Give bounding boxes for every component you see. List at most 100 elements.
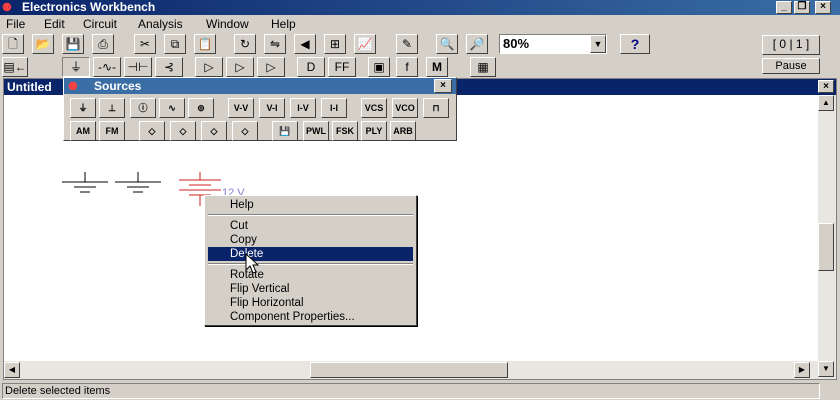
power-switch[interactable]: [ 0 | 1 ] bbox=[762, 35, 820, 55]
scroll-right-icon[interactable]: ▶ bbox=[794, 362, 810, 378]
horizontal-scroll-thumb[interactable] bbox=[310, 362, 508, 378]
context-flip-vertical[interactable]: Flip Vertical bbox=[208, 282, 413, 296]
dc-current-source-icon[interactable]: ⓘ bbox=[130, 98, 156, 118]
save-disk-icon[interactable]: 💾 bbox=[62, 34, 84, 54]
zoom-value: 80% bbox=[503, 36, 530, 51]
instruments-bin-icon[interactable]: ▦ bbox=[470, 57, 496, 77]
scroll-left-icon[interactable]: ◀ bbox=[4, 362, 20, 378]
vertical-scrollbar[interactable]: ▲ ▼ bbox=[818, 95, 836, 379]
cut-scissors-icon[interactable]: ✂ bbox=[134, 34, 156, 54]
pwl-source-button[interactable]: PWL bbox=[303, 121, 329, 141]
ground-symbol-1[interactable] bbox=[60, 172, 110, 196]
vcvs-source-button[interactable]: V-V bbox=[228, 98, 254, 118]
status-bar: Delete selected items bbox=[0, 382, 840, 400]
paste-icon[interactable]: 📋 bbox=[194, 34, 216, 54]
transistors-bin-icon[interactable]: ⊰ bbox=[155, 57, 183, 77]
menu-bar: File Edit Circuit Analysis Window Help bbox=[0, 15, 840, 33]
minimize-button[interactable]: _ bbox=[776, 1, 792, 14]
app-logo-icon: ⚉ bbox=[2, 2, 12, 14]
ply-source-button[interactable]: PLY bbox=[361, 121, 387, 141]
context-flip-horizontal[interactable]: Flip Horizontal bbox=[208, 296, 413, 310]
menu-circuit[interactable]: Circuit bbox=[83, 17, 117, 31]
menu-window[interactable]: Window bbox=[206, 17, 249, 31]
controls-bin-icon[interactable]: f bbox=[396, 57, 418, 77]
print-icon[interactable]: ⎙ bbox=[92, 34, 114, 54]
close-icon[interactable]: × bbox=[434, 79, 452, 93]
document-title: Untitled bbox=[7, 80, 52, 94]
clock-source-icon[interactable]: ⊓ bbox=[423, 98, 449, 118]
menu-help[interactable]: Help bbox=[271, 17, 296, 31]
zoom-in-icon[interactable]: 🔎 bbox=[466, 34, 488, 54]
analog-ic-bin-icon[interactable]: ▷ bbox=[195, 57, 223, 77]
mouse-cursor-icon bbox=[245, 253, 260, 274]
zoom-select[interactable]: 80% ▼ bbox=[499, 34, 607, 54]
favorites-bin-icon[interactable]: ▤← bbox=[2, 57, 28, 77]
sources-bin-icon[interactable]: ⏚ bbox=[62, 57, 90, 77]
cccs-source-button[interactable]: I-I bbox=[321, 98, 347, 118]
indicators-bin-icon[interactable]: ▣ bbox=[368, 57, 390, 77]
am-source-icon[interactable]: AM bbox=[70, 121, 96, 141]
close-button[interactable]: × bbox=[815, 1, 831, 14]
document-close-icon[interactable]: × bbox=[818, 80, 834, 93]
logic-gates-bin-icon[interactable]: D bbox=[297, 57, 325, 77]
status-message: Delete selected items bbox=[2, 383, 820, 399]
menu-edit[interactable]: Edit bbox=[44, 17, 65, 31]
help-button[interactable]: ? bbox=[620, 34, 650, 54]
ground-symbol-2[interactable] bbox=[113, 172, 163, 196]
graph-icon[interactable]: 📈 bbox=[354, 34, 376, 54]
sources-palette-title-bar: ⚉ Sources × bbox=[64, 78, 456, 94]
vc-square-icon[interactable]: ◇ bbox=[170, 121, 196, 141]
sources-palette: ⚉ Sources × ⏚ ⊥ ⓘ ∿ ⊚ V-V V-I I-V I-I VC… bbox=[63, 77, 457, 141]
context-component-properties[interactable]: Component Properties... bbox=[208, 310, 413, 324]
copy-icon[interactable]: ⧉ bbox=[164, 34, 186, 54]
flip-vertical-icon[interactable]: ◀ bbox=[294, 34, 316, 54]
chevron-down-icon[interactable]: ▼ bbox=[590, 35, 606, 53]
menu-analysis[interactable]: Analysis bbox=[138, 17, 183, 31]
arb-source-button[interactable]: ARB bbox=[390, 121, 416, 141]
open-folder-icon[interactable]: 📂 bbox=[32, 34, 54, 54]
zoom-out-icon[interactable]: 🔍 bbox=[436, 34, 458, 54]
flip-horizontal-icon[interactable]: ⇋ bbox=[264, 34, 286, 54]
context-copy[interactable]: Copy bbox=[208, 233, 413, 247]
vcc-source-button[interactable]: VCS bbox=[361, 98, 387, 118]
disk-source-icon[interactable]: 💾 bbox=[272, 121, 298, 141]
digital-bin-icon[interactable]: FF bbox=[328, 57, 356, 77]
vdd-source-button[interactable]: VCO bbox=[392, 98, 418, 118]
context-delete[interactable]: Delete bbox=[208, 247, 413, 261]
window-title: Electronics Workbench bbox=[22, 0, 156, 14]
vc-pulse-icon[interactable]: ◇ bbox=[232, 121, 258, 141]
battery-source-icon[interactable]: ⊥ bbox=[99, 98, 125, 118]
horizontal-scrollbar[interactable]: ◀ ▶ bbox=[4, 361, 818, 379]
ac-current-source-icon[interactable]: ⊚ bbox=[188, 98, 214, 118]
menu-file[interactable]: File bbox=[6, 17, 25, 31]
vc-sine-icon[interactable]: ◇ bbox=[139, 121, 165, 141]
component-properties-icon[interactable]: ✎ bbox=[396, 34, 418, 54]
context-menu: Help Cut Copy Delete Rotate Flip Vertica… bbox=[204, 195, 417, 326]
scroll-down-icon[interactable]: ▼ bbox=[818, 361, 834, 377]
vertical-scroll-thumb[interactable] bbox=[818, 223, 834, 271]
rotate-icon[interactable]: ↻ bbox=[234, 34, 256, 54]
ccvs-source-button[interactable]: I-V bbox=[290, 98, 316, 118]
restore-button[interactable]: ❐ bbox=[794, 1, 810, 14]
basic-bin-icon[interactable]: -∿- bbox=[93, 57, 121, 77]
vccs-source-button[interactable]: V-I bbox=[259, 98, 285, 118]
pause-button[interactable]: Pause bbox=[762, 58, 820, 74]
subcircuit-icon[interactable]: ⊞ bbox=[324, 34, 346, 54]
scroll-up-icon[interactable]: ▲ bbox=[818, 95, 834, 111]
app-logo-icon: ⚉ bbox=[68, 81, 78, 93]
ac-voltage-source-icon[interactable]: ∿ bbox=[159, 98, 185, 118]
mixed-ic-bin-icon[interactable]: ▷ bbox=[226, 57, 254, 77]
title-bar: ⚉ Electronics Workbench _ ❐ × bbox=[0, 0, 840, 15]
misc-bin-icon[interactable]: M bbox=[426, 57, 448, 77]
digital-ic-bin-icon[interactable]: ▷ bbox=[257, 57, 285, 77]
context-help[interactable]: Help bbox=[208, 198, 413, 212]
menu-separator bbox=[208, 263, 413, 265]
vc-triangle-icon[interactable]: ◇ bbox=[201, 121, 227, 141]
context-rotate[interactable]: Rotate bbox=[208, 268, 413, 282]
new-file-icon[interactable]: 🗋 bbox=[2, 34, 24, 54]
ground-source-icon[interactable]: ⏚ bbox=[70, 98, 96, 118]
fsk-source-button[interactable]: FSK bbox=[332, 121, 358, 141]
fm-source-icon[interactable]: FM bbox=[99, 121, 125, 141]
context-cut[interactable]: Cut bbox=[208, 219, 413, 233]
diodes-bin-icon[interactable]: ⊣⊢ bbox=[124, 57, 152, 77]
